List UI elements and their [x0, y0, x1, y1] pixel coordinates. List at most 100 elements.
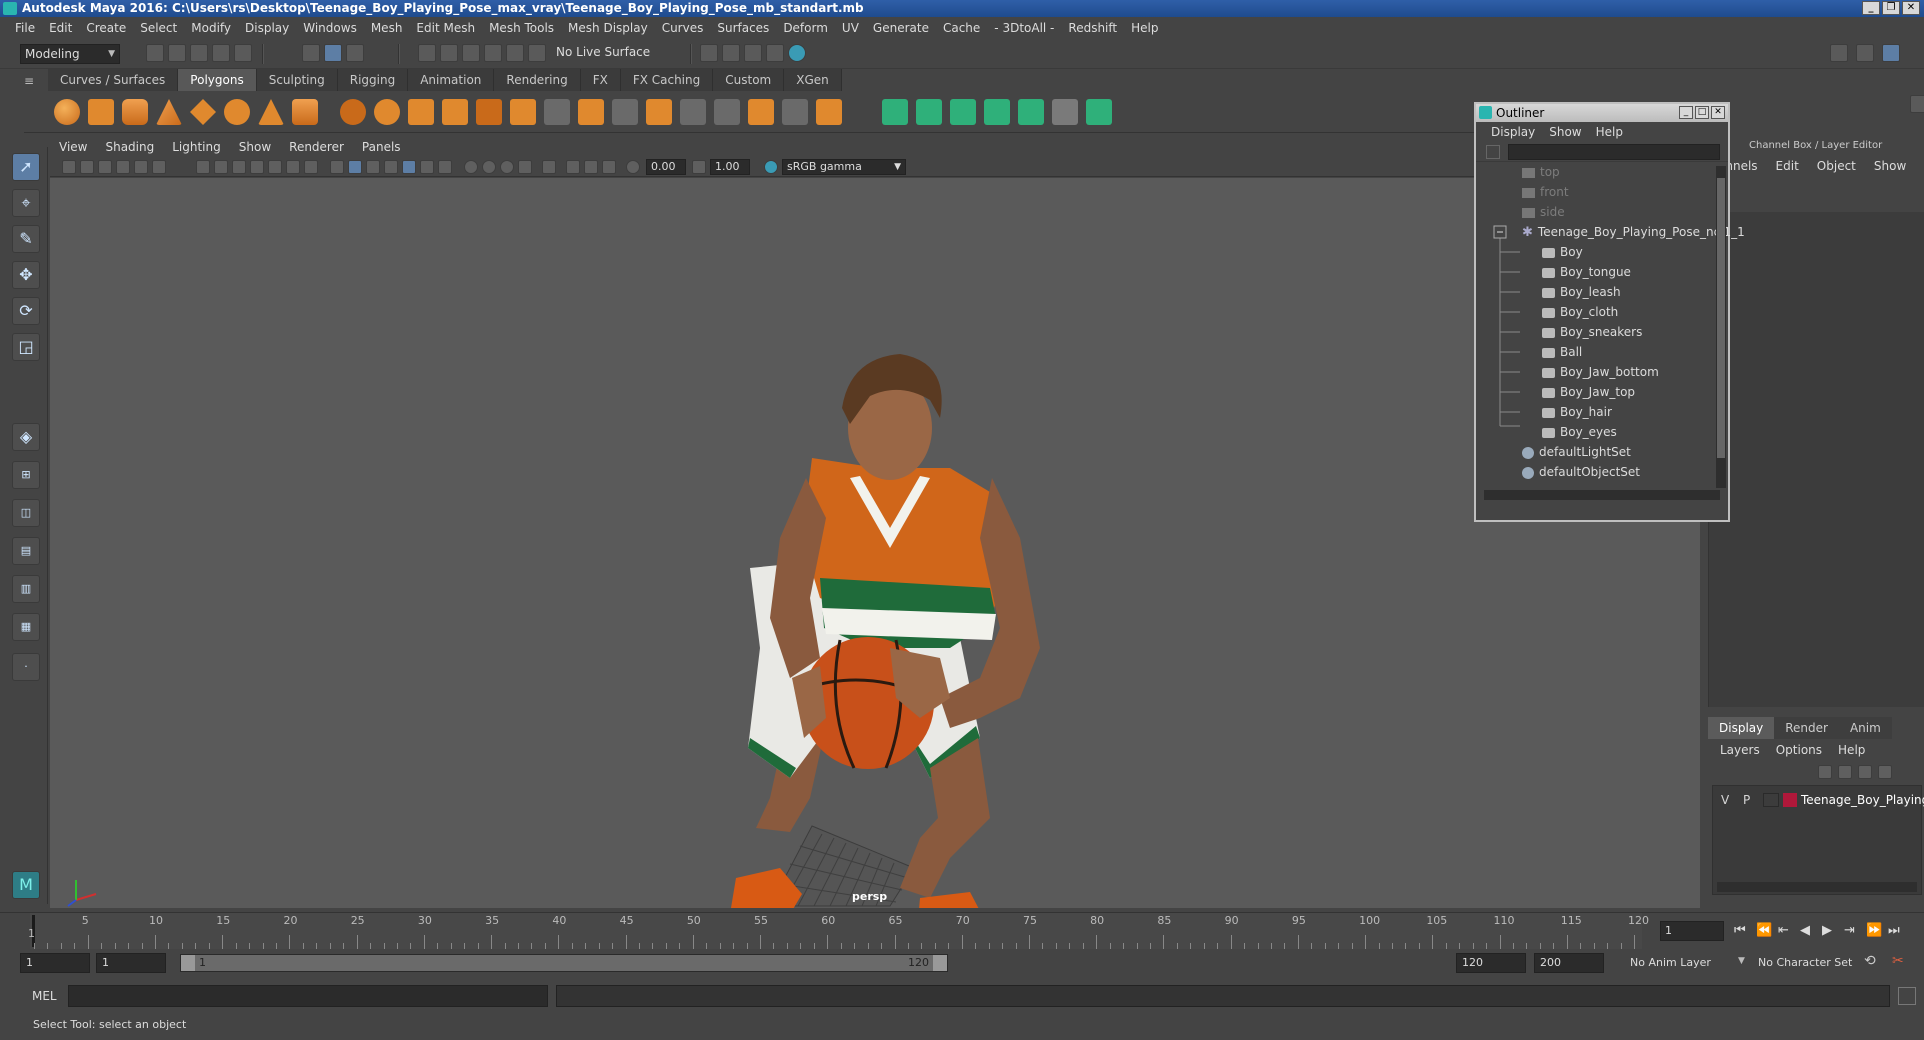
exposure-field[interactable]: 0.00: [646, 159, 686, 175]
poly-cone-icon[interactable]: [156, 99, 182, 125]
layer-row[interactable]: V P Teenage_Boy_Playing_: [1713, 790, 1924, 810]
layer-display-type[interactable]: [1763, 793, 1779, 807]
range-slider-right-handle[interactable]: [933, 955, 947, 971]
attribute-editor-toggle-icon[interactable]: [1856, 44, 1874, 62]
minimize-button[interactable]: _: [1862, 1, 1880, 15]
extract-icon[interactable]: [408, 99, 434, 125]
layer-name[interactable]: Teenage_Boy_Playing_: [1801, 790, 1924, 810]
character-set-dropdown[interactable]: No Character Set: [1752, 953, 1872, 973]
layer-menu-options[interactable]: Options: [1768, 743, 1830, 757]
outliner-item-set[interactable]: defaultObjectSet: [1522, 462, 1640, 482]
layout-uv-icon[interactable]: [1086, 99, 1112, 125]
menu-create[interactable]: Create: [79, 21, 133, 35]
outliner-item-mesh[interactable]: Boy: [1542, 242, 1583, 262]
animation-preferences-icon[interactable]: ✂: [1892, 953, 1904, 969]
layer-tab-anim[interactable]: Anim: [1838, 717, 1892, 739]
automatic-map-icon[interactable]: [984, 99, 1010, 125]
wireframe-on-shaded-icon[interactable]: [384, 160, 398, 174]
mirror-icon[interactable]: [510, 99, 536, 125]
auto-key-icon[interactable]: ⟲: [1864, 953, 1876, 969]
select-by-component-icon[interactable]: [346, 44, 364, 62]
panel-menu-renderer[interactable]: Renderer: [280, 140, 353, 154]
outliner-item-camera[interactable]: top: [1522, 162, 1560, 182]
playback-end-field[interactable]: 120: [1456, 953, 1526, 973]
resolution-gate-icon[interactable]: [232, 160, 246, 174]
collapse-icon[interactable]: [816, 99, 842, 125]
multisample-aa-icon[interactable]: [500, 160, 514, 174]
smooth-icon[interactable]: [442, 99, 468, 125]
open-scene-icon[interactable]: [168, 44, 186, 62]
layer-playback-toggle[interactable]: P: [1743, 790, 1750, 810]
step-forward-frame-icon[interactable]: ⇥: [1844, 923, 1855, 938]
shelf-tab-curves-surfaces[interactable]: Curves / Surfaces: [48, 69, 179, 91]
current-frame-field[interactable]: 1: [1660, 921, 1724, 941]
snap-point-icon[interactable]: [462, 44, 480, 62]
shelf-tab-fx[interactable]: FX: [580, 69, 621, 91]
persp-graph-layout-icon[interactable]: ▤: [12, 537, 40, 565]
insert-edge-loop-icon[interactable]: [714, 99, 740, 125]
step-back-frame-icon[interactable]: ⇤: [1778, 923, 1789, 938]
screen-space-ao-icon[interactable]: [464, 160, 478, 174]
filter-icon[interactable]: [1486, 145, 1500, 159]
multi-cut-icon[interactable]: [544, 99, 570, 125]
panel-menu-view[interactable]: View: [50, 140, 96, 154]
2d-pan-zoom-icon[interactable]: [134, 160, 148, 174]
layout-more-icon[interactable]: ·: [12, 653, 40, 681]
outliner-vertical-scrollbar[interactable]: [1716, 166, 1726, 488]
menu-mesh-display[interactable]: Mesh Display: [561, 21, 655, 35]
scrollbar-thumb[interactable]: [1717, 178, 1725, 458]
move-tool-icon[interactable]: ✥: [12, 261, 40, 289]
render-frame-icon[interactable]: [722, 44, 740, 62]
layer-list-scrollbar[interactable]: [1717, 882, 1917, 892]
menu-windows[interactable]: Windows: [296, 21, 364, 35]
workspace-icon[interactable]: [1830, 44, 1848, 62]
layer-menu-layers[interactable]: Layers: [1712, 743, 1768, 757]
layer-color-swatch[interactable]: [1783, 793, 1797, 807]
menu-uv[interactable]: UV: [835, 21, 866, 35]
layer-menu-help[interactable]: Help: [1830, 743, 1873, 757]
range-slider-left-handle[interactable]: [181, 955, 195, 971]
menu-cache[interactable]: Cache: [936, 21, 987, 35]
spherical-map-icon[interactable]: [950, 99, 976, 125]
menu-deform[interactable]: Deform: [776, 21, 835, 35]
outliner-item-mesh[interactable]: Boy_sneakers: [1542, 322, 1642, 342]
outliner-maximize-button[interactable]: □: [1695, 106, 1709, 119]
channel-box-body[interactable]: [1709, 212, 1924, 707]
poly-pipe-icon[interactable]: [292, 99, 318, 125]
textured-icon[interactable]: [402, 160, 416, 174]
new-layer-from-selection-icon[interactable]: [1878, 765, 1892, 779]
default-material-icon[interactable]: [366, 160, 380, 174]
ipr-render-icon[interactable]: [744, 44, 762, 62]
use-all-lights-icon[interactable]: [420, 160, 434, 174]
poly-plane-icon[interactable]: [190, 99, 216, 125]
outliner-title-bar[interactable]: Outliner _ □ ✕: [1476, 104, 1728, 122]
channel-box-menu-edit[interactable]: Edit: [1767, 159, 1808, 173]
panel-menu-show[interactable]: Show: [230, 140, 280, 154]
move-layer-down-icon[interactable]: [1838, 765, 1852, 779]
go-to-start-icon[interactable]: ⏮: [1734, 923, 1746, 938]
xray-components-icon[interactable]: [602, 160, 616, 174]
poly-torus-icon[interactable]: [224, 99, 250, 125]
outliner-menu-help[interactable]: Help: [1589, 125, 1630, 139]
menu-3dtoall[interactable]: - 3DtoAll -: [987, 21, 1061, 35]
shelf-tab-rendering[interactable]: Rendering: [494, 69, 581, 91]
shelf-tab-polygons[interactable]: Polygons: [178, 69, 257, 91]
boolean-icon[interactable]: [476, 99, 502, 125]
render-view-icon[interactable]: [766, 44, 784, 62]
command-input[interactable]: [68, 985, 548, 1007]
bridge-icon[interactable]: [612, 99, 638, 125]
paint-select-tool-icon[interactable]: ✎: [12, 225, 40, 253]
gamma-field[interactable]: 1.00: [710, 159, 750, 175]
menu-modify[interactable]: Modify: [184, 21, 238, 35]
menu-generate[interactable]: Generate: [866, 21, 936, 35]
outliner-item-mesh[interactable]: Boy_eyes: [1542, 422, 1617, 442]
snap-grid-icon[interactable]: [418, 44, 436, 62]
menu-surfaces[interactable]: Surfaces: [710, 21, 776, 35]
menu-select[interactable]: Select: [133, 21, 184, 35]
step-back-key-icon[interactable]: ⏪: [1756, 923, 1772, 938]
outliner-layout-icon[interactable]: ▦: [12, 613, 40, 641]
poly-sphere-icon[interactable]: [54, 99, 80, 125]
outliner-item-mesh[interactable]: Boy_hair: [1542, 402, 1612, 422]
save-scene-icon[interactable]: [190, 44, 208, 62]
move-layer-up-icon[interactable]: [1818, 765, 1832, 779]
